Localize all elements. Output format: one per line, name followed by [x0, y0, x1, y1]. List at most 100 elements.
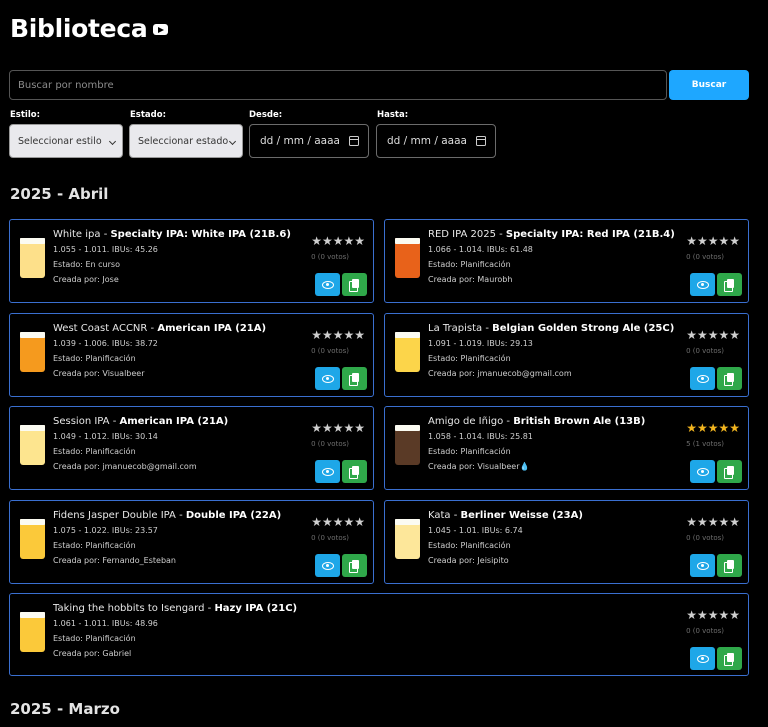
beer-glass-icon	[20, 612, 45, 652]
rating-votes: 0 (0 votos)	[311, 253, 349, 261]
copy-recipe-button[interactable]	[717, 367, 742, 390]
view-recipe-button[interactable]	[690, 367, 715, 390]
rating-stars[interactable]: ★★★★★	[311, 328, 365, 342]
recipe-author: Creada por: Gabriel	[53, 649, 132, 658]
recipe-name: La Trapista -	[428, 323, 493, 334]
view-recipe-button[interactable]	[315, 273, 340, 296]
copy-recipe-button[interactable]	[342, 554, 367, 577]
rating-votes: 0 (0 votos)	[311, 440, 349, 448]
recipe-style: Berliner Weisse (23A)	[460, 510, 583, 521]
recipe-title: White ipa - Specialty IPA: White IPA (21…	[53, 229, 291, 240]
beer-glass-icon	[395, 332, 420, 372]
recipe-author: Creada por: Jose	[53, 275, 119, 284]
copy-icon	[724, 559, 735, 573]
chevron-down-icon	[108, 137, 117, 146]
copy-recipe-button[interactable]	[717, 273, 742, 296]
recipe-stats: 1.058 - 1.014. IBUs: 25.81	[428, 432, 533, 441]
recipe-stats: 1.066 - 1.014. IBUs: 61.48	[428, 245, 533, 254]
recipe-card: Kata - Berliner Weisse (23A) 1.045 - 1.01…	[384, 500, 749, 584]
recipe-author: Creada por: Visualbeer💧	[428, 462, 530, 471]
copy-recipe-button[interactable]	[717, 647, 742, 670]
eye-icon	[696, 654, 709, 663]
recipe-status: Estado: Planificación	[428, 260, 511, 269]
rating-votes: 0 (0 votos)	[686, 534, 724, 542]
beer-glass-icon	[20, 332, 45, 372]
calendar-icon[interactable]	[349, 136, 359, 146]
recipe-name: Amigo de Iñigo -	[428, 416, 514, 427]
view-recipe-button[interactable]	[690, 460, 715, 483]
recipe-stats: 1.075 - 1.022. IBUs: 23.57	[53, 526, 158, 535]
hasta-date-input[interactable]: dd / mm / aaaa	[376, 124, 496, 158]
recipe-card: West Coast ACCNR - American IPA (21A) 1.0…	[9, 313, 374, 397]
recipe-title: Amigo de Iñigo - British Brown Ale (13B)	[428, 416, 645, 427]
chevron-down-icon	[228, 137, 237, 146]
beer-glass-icon	[20, 519, 45, 559]
recipe-name: White ipa -	[53, 229, 111, 240]
rating-stars[interactable]: ★★★★★	[686, 608, 740, 622]
rating-stars[interactable]: ★★★★★	[311, 421, 365, 435]
estado-select[interactable]: Seleccionar estado	[129, 124, 243, 158]
eye-icon	[696, 374, 709, 383]
desde-date-input[interactable]: dd / mm / aaaa	[249, 124, 369, 158]
rating-votes: 0 (0 votos)	[686, 253, 724, 261]
page-title-text: Biblioteca	[10, 14, 148, 43]
copy-icon	[349, 465, 360, 479]
view-recipe-button[interactable]	[690, 273, 715, 296]
section-title: 2025 - Abril	[10, 185, 109, 203]
calendar-icon[interactable]	[476, 136, 486, 146]
recipe-style: Double IPA (22A)	[185, 510, 282, 521]
search-button[interactable]: Buscar	[669, 70, 749, 100]
eye-icon	[321, 280, 334, 289]
recipe-style: British Brown Ale (13B)	[513, 416, 646, 427]
copy-recipe-button[interactable]	[717, 460, 742, 483]
recipe-name: Session IPA -	[53, 416, 120, 427]
recipe-title: Fidens Jasper Double IPA - Double IPA (2…	[53, 510, 281, 521]
recipe-status: Estado: Planificación	[428, 447, 511, 456]
rating-votes: 0 (0 votos)	[311, 347, 349, 355]
rating-stars[interactable]: ★★★★★	[686, 515, 740, 529]
copy-recipe-button[interactable]	[717, 554, 742, 577]
rating-stars[interactable]: ★★★★★	[686, 234, 740, 248]
rating-stars[interactable]: ★★★★★	[311, 234, 365, 248]
recipe-title: West Coast ACCNR - American IPA (21A)	[53, 323, 266, 334]
eye-icon	[321, 374, 334, 383]
copy-icon	[349, 278, 360, 292]
recipe-status: Estado: Planificación	[53, 634, 136, 643]
rating-votes: 0 (0 votos)	[311, 534, 349, 542]
rating-votes: 5 (1 votos)	[686, 440, 724, 448]
recipe-card: La Trapista - Belgian Golden Strong Ale …	[384, 313, 749, 397]
rating-stars[interactable]: ★★★★★	[311, 515, 365, 529]
desde-label: Desde:	[249, 110, 283, 120]
view-recipe-button[interactable]	[315, 554, 340, 577]
copy-recipe-button[interactable]	[342, 273, 367, 296]
recipe-title: RED IPA 2025 - Specialty IPA: Red IPA (2…	[428, 229, 675, 240]
view-recipe-button[interactable]	[690, 554, 715, 577]
recipe-title: Kata - Berliner Weisse (23A)	[428, 510, 583, 521]
view-recipe-button[interactable]	[315, 367, 340, 390]
rating-stars[interactable]: ★★★★★	[686, 328, 740, 342]
rating-stars[interactable]: ★★★★★	[686, 421, 740, 435]
recipe-author: Creada por: jmanuecob@gmail.com	[53, 462, 197, 471]
recipe-info: La Trapista - Belgian Golden Strong Ale …	[428, 323, 674, 378]
view-recipe-button[interactable]	[315, 460, 340, 483]
view-recipe-button[interactable]	[690, 647, 715, 670]
search-input[interactable]	[9, 70, 667, 100]
copy-icon	[349, 372, 360, 386]
copy-recipe-button[interactable]	[342, 460, 367, 483]
copy-icon	[724, 372, 735, 386]
copy-recipe-button[interactable]	[342, 367, 367, 390]
beer-glass-icon	[20, 425, 45, 465]
hasta-label: Hasta:	[377, 110, 409, 120]
desde-date-value: dd / mm / aaaa	[260, 135, 340, 147]
estilo-select[interactable]: Seleccionar estilo	[9, 124, 123, 158]
youtube-icon[interactable]	[153, 24, 169, 35]
recipe-name: RED IPA 2025 -	[428, 229, 506, 240]
copy-icon	[724, 652, 735, 666]
recipe-name: Kata -	[428, 510, 461, 521]
section-title: 2025 - Marzo	[10, 700, 120, 718]
eye-icon	[321, 467, 334, 476]
beer-glass-icon	[395, 425, 420, 465]
recipe-author: Creada por: jmanuecob@gmail.com	[428, 369, 572, 378]
copy-icon	[724, 278, 735, 292]
recipe-status: Estado: Planificación	[428, 354, 511, 363]
